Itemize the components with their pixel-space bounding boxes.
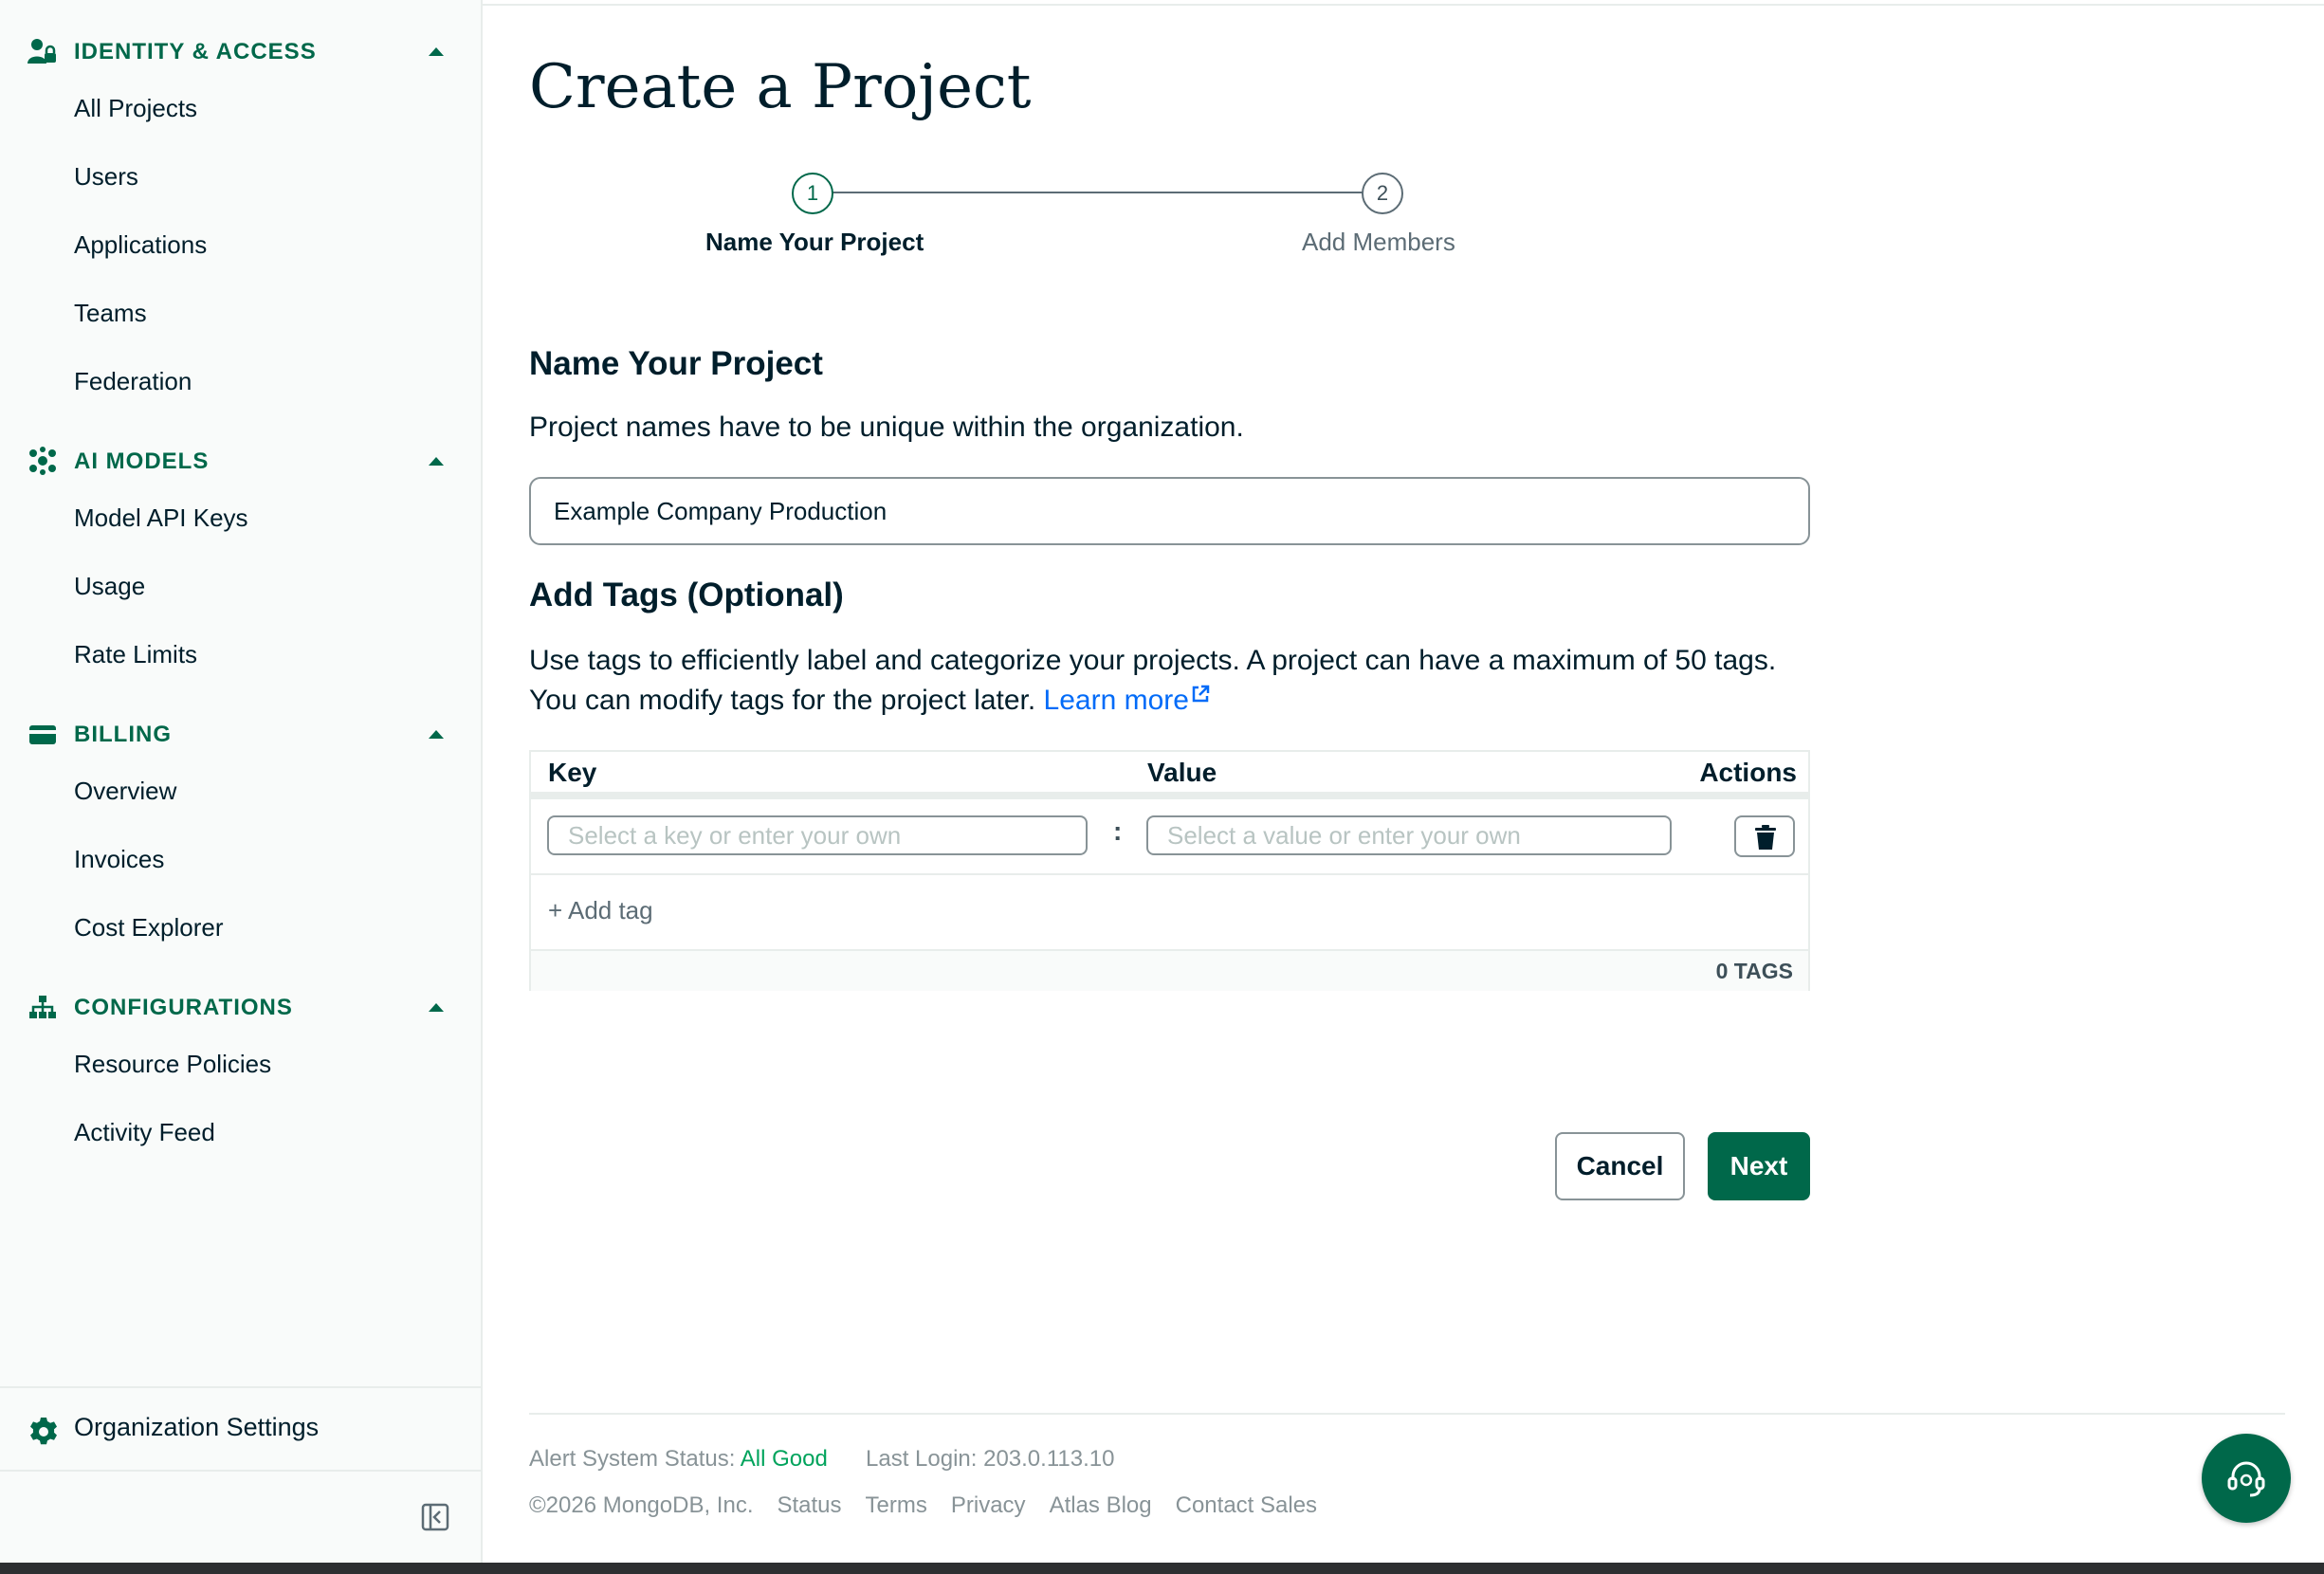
- last-login: Last Login: 203.0.113.10: [866, 1446, 1115, 1472]
- status-value-link[interactable]: All Good: [741, 1446, 828, 1472]
- delete-tag-button[interactable]: [1734, 815, 1795, 857]
- step-1-label: Name Your Project: [705, 228, 924, 256]
- credit-card-icon: [29, 725, 56, 744]
- step-1-circle: 1: [792, 173, 833, 214]
- tags-section-description: Use tags to efficiently label and catego…: [529, 641, 1800, 721]
- window-bottom-bar: [0, 1563, 2324, 1574]
- support-agent-icon: [2227, 1461, 2265, 1497]
- help-chat-button[interactable]: [2202, 1434, 2291, 1523]
- caret-up-icon[interactable]: [427, 728, 446, 740]
- sidebar-item-model-api-keys[interactable]: Model API Keys: [74, 497, 453, 539]
- name-section-description: Project names have to be unique within t…: [529, 412, 1244, 443]
- tags-section-heading: Add Tags (Optional): [529, 577, 844, 613]
- tags-table: Key Value Actions : + Add tag 0 TAGS: [529, 750, 1810, 991]
- section-title-billing: BILLING: [74, 722, 172, 747]
- trash-icon: [1755, 825, 1776, 850]
- user-lock-icon: [27, 39, 56, 64]
- gear-icon: [30, 1418, 57, 1445]
- tag-value-input[interactable]: [1146, 815, 1672, 855]
- sidebar-item-cost-explorer[interactable]: Cost Explorer: [74, 906, 453, 948]
- caret-up-icon[interactable]: [427, 46, 446, 57]
- section-title-configurations: CONFIGURATIONS: [74, 995, 293, 1020]
- caret-up-icon[interactable]: [427, 1001, 446, 1013]
- collapse-sidebar-icon[interactable]: [421, 1503, 449, 1531]
- external-link-icon: [1192, 685, 1210, 703]
- copyright: ©2026 MongoDB, Inc.: [529, 1492, 754, 1518]
- sidebar-item-invoices[interactable]: Invoices: [74, 838, 453, 880]
- footer-links: ©2026 MongoDB, Inc. Status Terms Privacy…: [529, 1492, 1317, 1519]
- header-divider: [531, 792, 1808, 799]
- footer-divider: [529, 1413, 2285, 1415]
- section-header-configurations[interactable]: CONFIGURATIONS: [27, 988, 453, 1026]
- section-title-ai-models: AI MODELS: [74, 448, 210, 474]
- sidebar-item-activity-feed[interactable]: Activity Feed: [74, 1111, 453, 1153]
- footer-link-atlas-blog[interactable]: Atlas Blog: [1050, 1492, 1152, 1519]
- sidebar: IDENTITY & ACCESS All Projects Users App…: [0, 0, 483, 1563]
- row-divider: [531, 873, 1808, 875]
- tag-count: 0 TAGS: [1715, 959, 1793, 983]
- top-divider: [483, 0, 2324, 6]
- column-header-key: Key: [548, 758, 597, 787]
- footer-link-status[interactable]: Status: [777, 1492, 841, 1519]
- section-header-ai-models[interactable]: AI MODELS: [27, 442, 453, 480]
- organization-settings-label: Organization Settings: [74, 1413, 320, 1441]
- add-tag-button[interactable]: + Add tag: [548, 896, 653, 925]
- column-header-value: Value: [1147, 758, 1217, 787]
- sidebar-item-users[interactable]: Users: [74, 156, 453, 197]
- section-header-billing[interactable]: BILLING: [27, 715, 453, 753]
- footer-link-terms[interactable]: Terms: [866, 1492, 927, 1519]
- tags-table-footer: 0 TAGS: [531, 949, 1808, 991]
- stepper-connector: [833, 192, 1363, 193]
- sidebar-item-teams[interactable]: Teams: [74, 292, 453, 334]
- project-name-input[interactable]: [529, 477, 1810, 545]
- section-title-identity-access: IDENTITY & ACCESS: [74, 39, 317, 64]
- page-title: Create a Project: [529, 52, 1032, 122]
- learn-more-link[interactable]: Learn more: [1044, 685, 1210, 716]
- key-value-separator: :: [1113, 816, 1123, 846]
- sidebar-item-federation[interactable]: Federation: [74, 360, 453, 402]
- name-section-heading: Name Your Project: [529, 345, 823, 382]
- sidebar-item-resource-policies[interactable]: Resource Policies: [74, 1043, 453, 1085]
- column-header-actions: Actions: [1699, 758, 1797, 787]
- footer-link-contact-sales[interactable]: Contact Sales: [1176, 1492, 1317, 1519]
- tag-key-input[interactable]: [547, 815, 1088, 855]
- footer-link-privacy[interactable]: Privacy: [951, 1492, 1026, 1519]
- next-button[interactable]: Next: [1708, 1132, 1810, 1200]
- sidebar-item-rate-limits[interactable]: Rate Limits: [74, 633, 453, 675]
- hierarchy-icon: [29, 996, 56, 1018]
- cancel-button[interactable]: Cancel: [1555, 1132, 1685, 1200]
- status-label: Alert System Status:: [529, 1446, 736, 1472]
- step-2-circle: 2: [1362, 173, 1403, 214]
- section-header-identity-access[interactable]: IDENTITY & ACCESS: [27, 32, 453, 70]
- learn-more-label: Learn more: [1043, 685, 1189, 716]
- sidebar-item-usage[interactable]: Usage: [74, 565, 453, 607]
- caret-up-icon[interactable]: [427, 455, 446, 467]
- alert-system-status: Alert System Status: All Good: [529, 1446, 828, 1473]
- sidebar-item-applications[interactable]: Applications: [74, 224, 453, 265]
- organization-settings-link[interactable]: Organization Settings: [0, 1386, 481, 1472]
- sidebar-item-overview[interactable]: Overview: [74, 770, 453, 812]
- step-2-label: Add Members: [1302, 228, 1455, 256]
- sidebar-item-all-projects[interactable]: All Projects: [74, 87, 453, 129]
- ai-models-icon: [29, 447, 56, 475]
